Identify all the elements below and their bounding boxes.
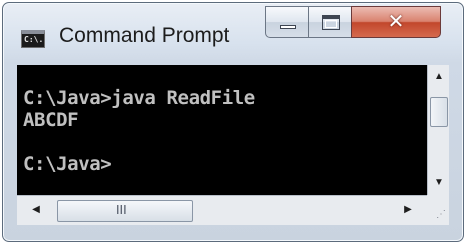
minimize-button[interactable] [265, 6, 309, 38]
vertical-scroll-thumb[interactable] [430, 97, 448, 127]
title-bar[interactable]: C:\. Command Prompt ✕ [3, 3, 463, 59]
close-icon: ✕ [387, 9, 405, 33]
command-prompt-icon-label: C:\. [24, 35, 44, 44]
console-line: C:\Java>java ReadFile [23, 87, 255, 109]
command-prompt-icon[interactable]: C:\. [21, 30, 45, 48]
vertical-scrollbar[interactable]: ▲ ▼ [427, 65, 449, 195]
close-button[interactable]: ✕ [351, 6, 441, 38]
minimize-icon [280, 25, 296, 29]
scroll-down-icon[interactable]: ▼ [428, 173, 450, 193]
scroll-right-icon[interactable]: ▶ [397, 196, 419, 224]
scroll-up-icon[interactable]: ▲ [428, 67, 450, 87]
command-prompt-window: C:\. Command Prompt ✕ C:\Java>java ReadF… [2, 2, 464, 242]
resize-grip-icon: ⋰ [436, 209, 446, 220]
scroll-left-icon[interactable]: ◀ [25, 196, 47, 224]
console-line: C:\Java> [23, 153, 112, 175]
maximize-button[interactable] [308, 6, 352, 38]
maximize-icon [322, 15, 340, 30]
grip-icon: III [116, 203, 127, 217]
console-output[interactable]: C:\Java>java ReadFile ABCDF C:\Java> [17, 65, 427, 195]
resize-grip[interactable]: ⋰ [427, 195, 449, 225]
horizontal-scroll-thumb[interactable]: III [57, 200, 193, 222]
window-title: Command Prompt [59, 24, 230, 47]
horizontal-scrollbar[interactable]: ◀ III ▶ [17, 195, 427, 225]
console-line: ABCDF [23, 109, 79, 131]
